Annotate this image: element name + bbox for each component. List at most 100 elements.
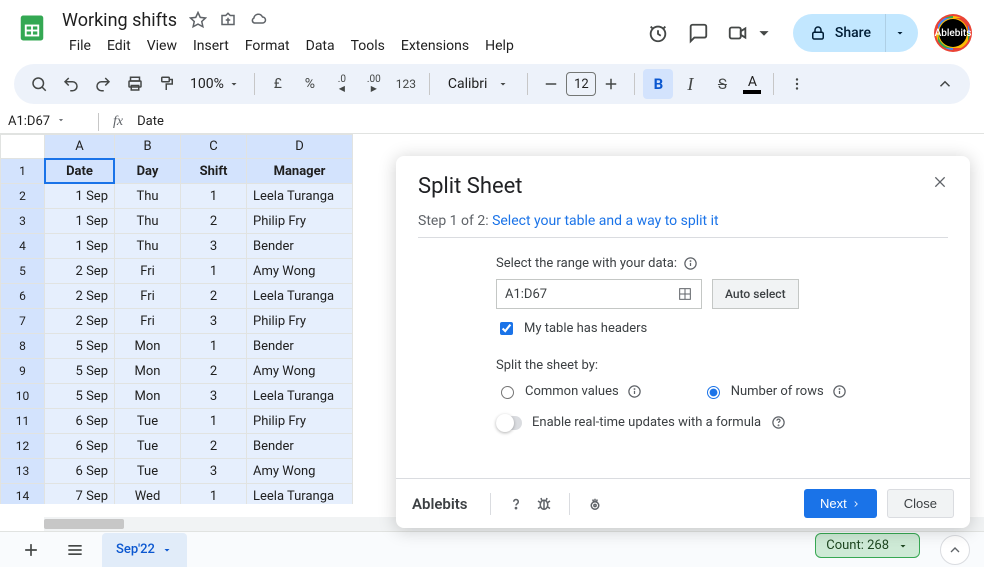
col-header-b[interactable]: B xyxy=(115,135,181,159)
sheets-logo[interactable] xyxy=(14,10,50,46)
print-icon[interactable] xyxy=(120,69,150,99)
menu-extensions[interactable]: Extensions xyxy=(394,34,476,58)
text-color-button[interactable]: A xyxy=(739,72,765,96)
all-sheets-button[interactable] xyxy=(58,535,92,565)
row-header[interactable]: 12 xyxy=(1,434,45,459)
more-formats-button[interactable]: 123 xyxy=(391,69,421,99)
cell[interactable]: Fri xyxy=(115,309,181,334)
cell[interactable]: Leela Turanga xyxy=(247,284,353,309)
cell[interactable]: 2 xyxy=(181,434,247,459)
row-header[interactable]: 13 xyxy=(1,459,45,484)
cell[interactable]: Philip Fry xyxy=(247,309,353,334)
redo-icon[interactable] xyxy=(88,69,118,99)
cell[interactable]: Shift xyxy=(181,159,247,184)
info-icon[interactable] xyxy=(832,384,847,399)
cell[interactable]: Amy Wong xyxy=(247,459,353,484)
info-icon[interactable] xyxy=(683,256,698,271)
cell[interactable]: Leela Turanga xyxy=(247,484,353,505)
currency-button[interactable]: £ xyxy=(263,69,293,99)
menu-file[interactable]: File xyxy=(62,34,98,58)
share-dropdown[interactable] xyxy=(885,14,918,52)
cell[interactable]: Leela Turanga xyxy=(247,384,353,409)
menu-view[interactable]: View xyxy=(140,34,184,58)
sheet-tab-active[interactable]: Sep'22 xyxy=(102,533,187,567)
toolbar-expand-icon[interactable] xyxy=(930,69,960,99)
cell[interactable]: Day xyxy=(115,159,181,184)
cell[interactable]: Fri xyxy=(115,259,181,284)
cell[interactable]: 5 Sep xyxy=(45,359,115,384)
col-header-d[interactable]: D xyxy=(247,135,353,159)
realtime-toggle-row[interactable]: Enable real-time updates with a formula xyxy=(496,415,948,430)
percent-button[interactable]: % xyxy=(295,69,325,99)
range-input[interactable]: A1:D67 xyxy=(496,279,702,309)
cell[interactable]: 1 Sep xyxy=(45,234,115,259)
headers-checkbox[interactable] xyxy=(500,322,513,335)
font-size-input[interactable]: 12 xyxy=(566,72,596,96)
cell[interactable]: 1 xyxy=(181,334,247,359)
cell[interactable]: Mon xyxy=(115,359,181,384)
cell[interactable]: 7 Sep xyxy=(45,484,115,505)
cell[interactable]: Amy Wong xyxy=(247,259,353,284)
radio-common-values[interactable]: Common values xyxy=(496,383,642,399)
grid-picker-icon[interactable] xyxy=(677,286,693,302)
cell[interactable]: 3 xyxy=(181,384,247,409)
cell[interactable]: 1 xyxy=(181,184,247,209)
cell[interactable]: 5 Sep xyxy=(45,384,115,409)
bug-icon[interactable] xyxy=(535,495,553,513)
last-edit-icon[interactable] xyxy=(647,22,669,44)
cell[interactable]: Philip Fry xyxy=(247,209,353,234)
radio-common-values-input[interactable] xyxy=(501,386,514,399)
cloud-saved-icon[interactable] xyxy=(249,11,267,29)
cell[interactable]: 3 xyxy=(181,459,247,484)
star-icon[interactable] xyxy=(189,11,207,29)
close-button[interactable]: Close xyxy=(887,489,954,518)
menu-help[interactable]: Help xyxy=(478,34,521,58)
bold-button[interactable]: B xyxy=(643,69,673,99)
cell[interactable]: 3 xyxy=(181,309,247,334)
realtime-toggle[interactable] xyxy=(496,416,522,430)
cell[interactable]: 2 xyxy=(181,359,247,384)
toolbar-more-icon[interactable] xyxy=(782,69,812,99)
meet-icon[interactable] xyxy=(727,22,775,44)
paint-format-icon[interactable] xyxy=(152,69,182,99)
cell[interactable]: Thu xyxy=(115,184,181,209)
row-header[interactable]: 7 xyxy=(1,309,45,334)
font-size-increase[interactable] xyxy=(596,69,626,99)
settings-icon[interactable] xyxy=(586,495,604,513)
menu-edit[interactable]: Edit xyxy=(100,34,138,58)
cell[interactable]: 1 xyxy=(181,259,247,284)
cell[interactable]: Thu xyxy=(115,209,181,234)
cell[interactable]: Bender xyxy=(247,334,353,359)
cell[interactable]: 2 xyxy=(181,284,247,309)
row-header[interactable]: 1 xyxy=(1,159,45,184)
account-avatar[interactable]: Ablebits xyxy=(936,16,970,50)
radio-number-of-rows-input[interactable] xyxy=(707,386,720,399)
row-header[interactable]: 6 xyxy=(1,284,45,309)
font-size-decrease[interactable] xyxy=(536,69,566,99)
cell[interactable]: Mon xyxy=(115,384,181,409)
cell[interactable]: 6 Sep xyxy=(45,409,115,434)
cell[interactable]: Philip Fry xyxy=(247,409,353,434)
strikethrough-button[interactable]: S xyxy=(707,69,737,99)
cell[interactable]: Tue xyxy=(115,434,181,459)
col-header-a[interactable]: A xyxy=(45,135,115,159)
cell[interactable]: Wed xyxy=(115,484,181,505)
move-icon[interactable] xyxy=(219,11,237,29)
radio-number-of-rows[interactable]: Number of rows xyxy=(702,383,847,399)
menu-tools[interactable]: Tools xyxy=(344,34,392,58)
cell[interactable]: 2 Sep xyxy=(45,284,115,309)
col-header-c[interactable]: C xyxy=(181,135,247,159)
font-select[interactable]: Calibri xyxy=(438,76,520,92)
menu-format[interactable]: Format xyxy=(238,34,297,58)
cell[interactable]: 2 Sep xyxy=(45,259,115,284)
cell[interactable]: Mon xyxy=(115,334,181,359)
cell[interactable]: 6 Sep xyxy=(45,459,115,484)
cell[interactable]: Leela Turanga xyxy=(247,184,353,209)
selection-stat-pill[interactable]: Count: 268 xyxy=(815,533,920,558)
explore-button[interactable] xyxy=(940,535,970,565)
cell[interactable]: Tue xyxy=(115,409,181,434)
menu-data[interactable]: Data xyxy=(299,34,342,58)
row-header[interactable]: 2 xyxy=(1,184,45,209)
undo-icon[interactable] xyxy=(56,69,86,99)
cell[interactable]: Amy Wong xyxy=(247,359,353,384)
